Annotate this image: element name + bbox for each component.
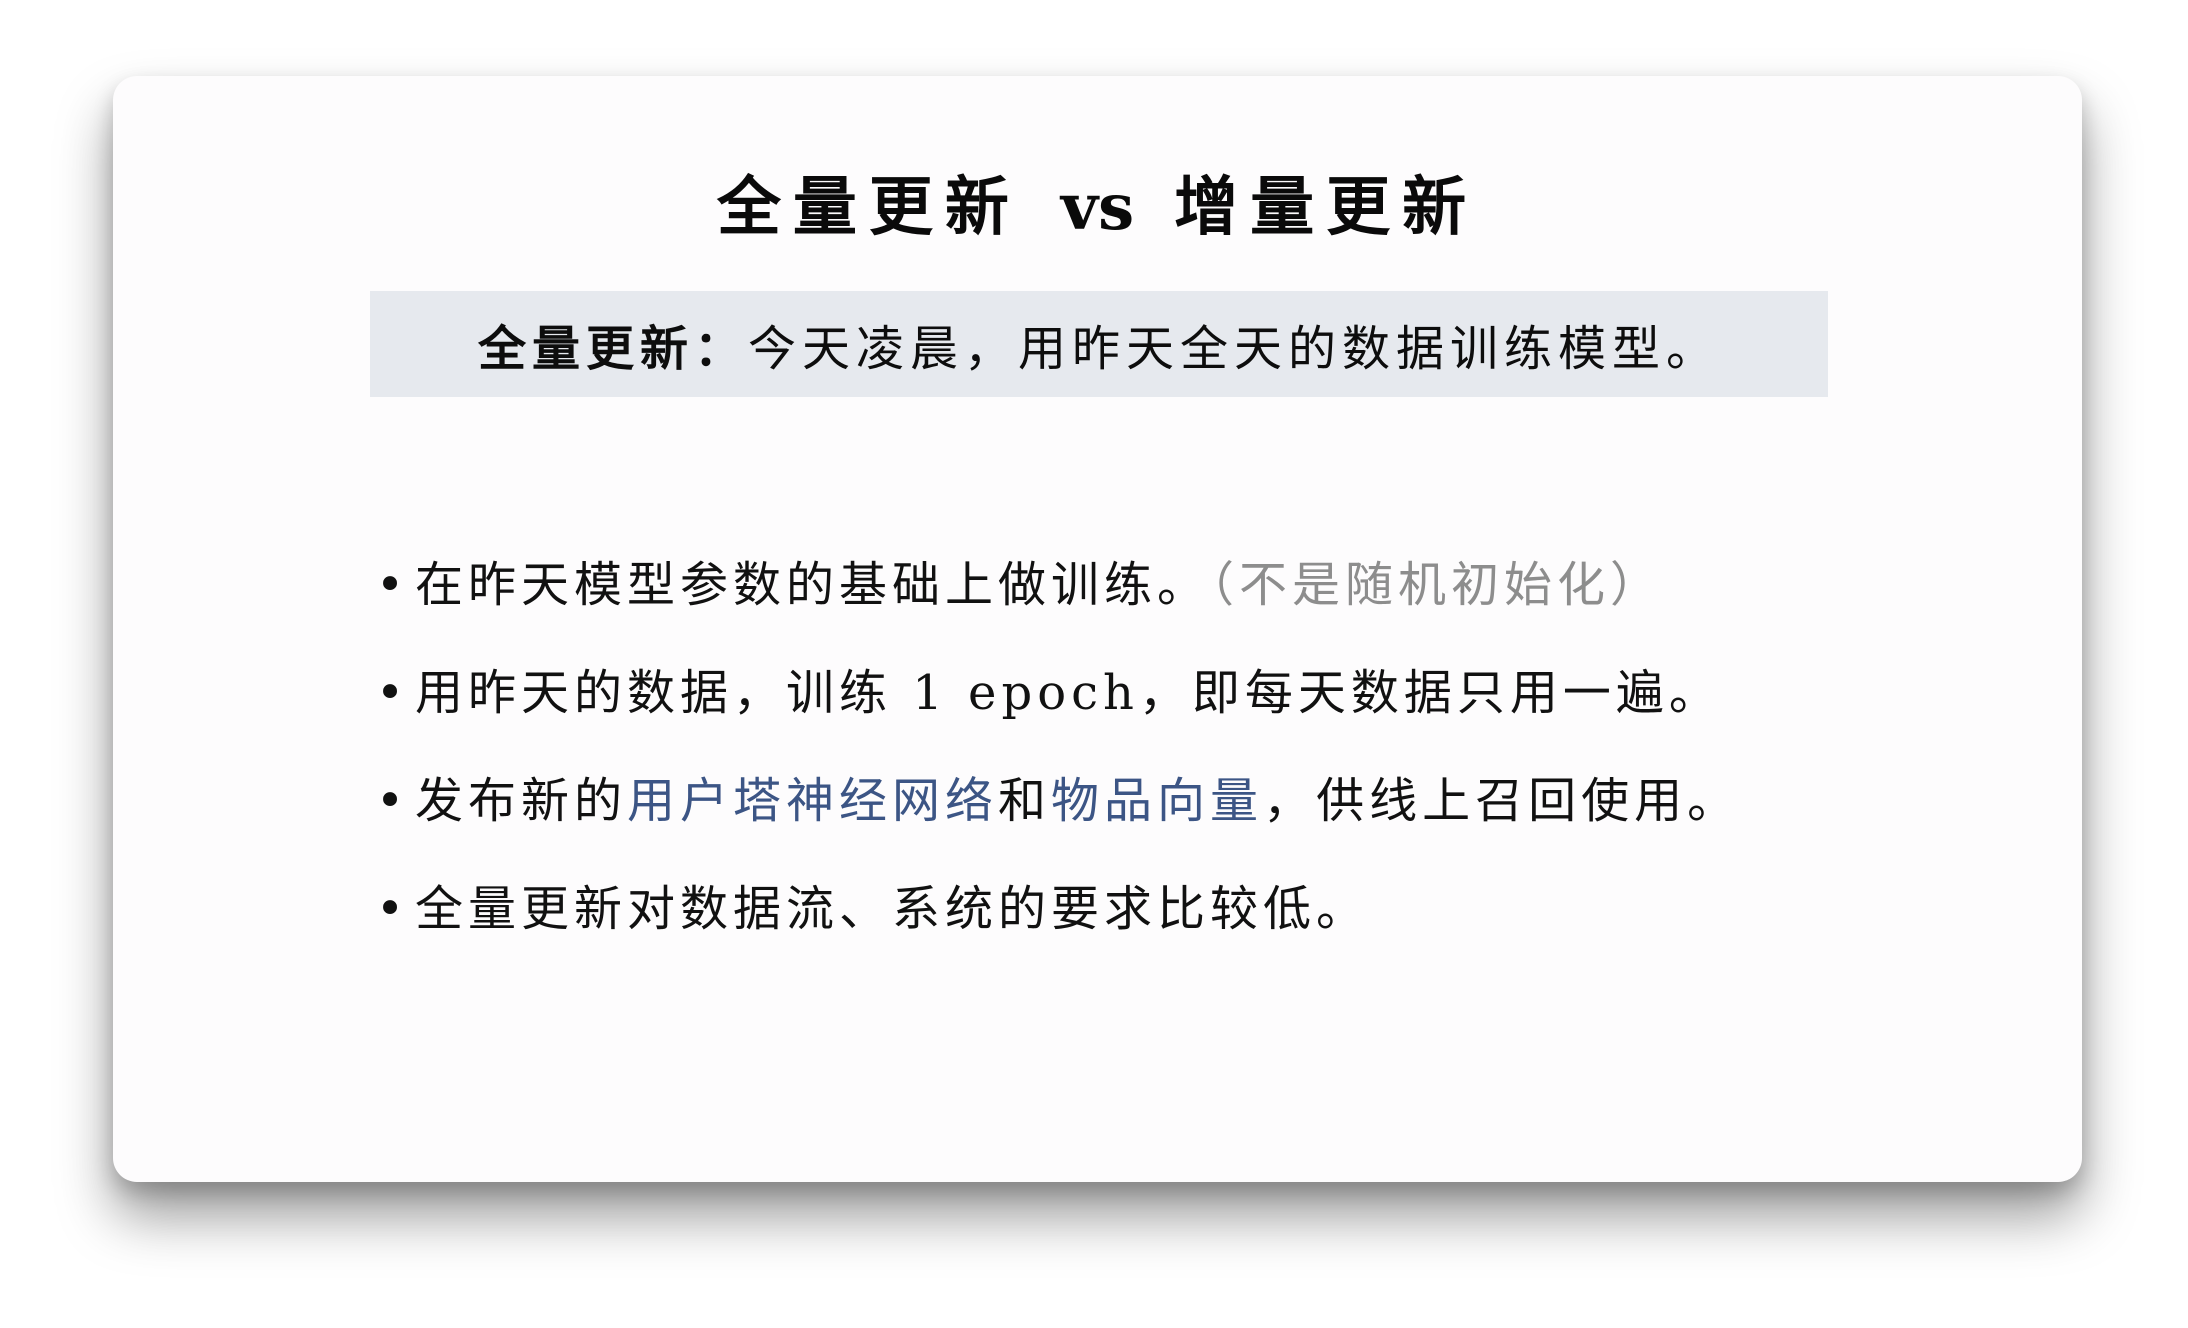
highlight-item-vector: 物品向量	[1051, 773, 1264, 829]
bullet-dot: •	[375, 881, 405, 937]
title-left: 全量更新	[716, 170, 1021, 245]
definition-text: 今天凌晨，用昨天全天的数据训练模型。	[748, 321, 1721, 377]
definition-term: 全量更新：	[477, 321, 748, 377]
bullet-text: 用昨天的数据，训练 1 epoch，即每天数据只用一遍。	[415, 665, 1722, 721]
bullet-item: • 在昨天模型参数的基础上做训练。（不是随机初始化）	[375, 531, 1740, 639]
bullet-item: • 用昨天的数据，训练 1 epoch，即每天数据只用一遍。	[375, 639, 1740, 747]
bullet-text: 全量更新对数据流、系统的要求比较低。	[415, 881, 1370, 937]
slide-window: 全量更新 vs 增量更新 全量更新： 今天凌晨，用昨天全天的数据训练模型。 • 在昨天模…	[113, 76, 2082, 1182]
bullet-item: • 发布新的用户塔神经网络和物品向量，供线上召回使用。	[375, 747, 1740, 855]
bullet-middle: 和	[998, 773, 1052, 829]
highlight-user-tower: 用户塔神经网络	[627, 773, 999, 829]
title-right: 增量更新	[1174, 170, 1479, 245]
bullet-item: • 全量更新对数据流、系统的要求比较低。	[375, 855, 1740, 963]
bullet-suffix: ，供线上召回使用。	[1263, 773, 1741, 829]
bullet-note: （不是随机初始化）	[1210, 557, 1664, 613]
bullet-dot: •	[375, 665, 405, 721]
bullet-text: 在昨天模型参数的基础上做训练。	[415, 557, 1211, 613]
bullet-list: • 在昨天模型参数的基础上做训练。（不是随机初始化） • 用昨天的数据，训练 1 e…	[375, 531, 1740, 963]
definition-box: 全量更新： 今天凌晨，用昨天全天的数据训练模型。	[370, 291, 1828, 397]
bullet-prefix: 发布新的	[415, 773, 628, 829]
title-vs: vs	[1060, 170, 1135, 245]
slide-title: 全量更新 vs 增量更新	[113, 168, 2082, 248]
bullet-dot: •	[375, 773, 405, 829]
bullet-dot: •	[375, 557, 405, 613]
